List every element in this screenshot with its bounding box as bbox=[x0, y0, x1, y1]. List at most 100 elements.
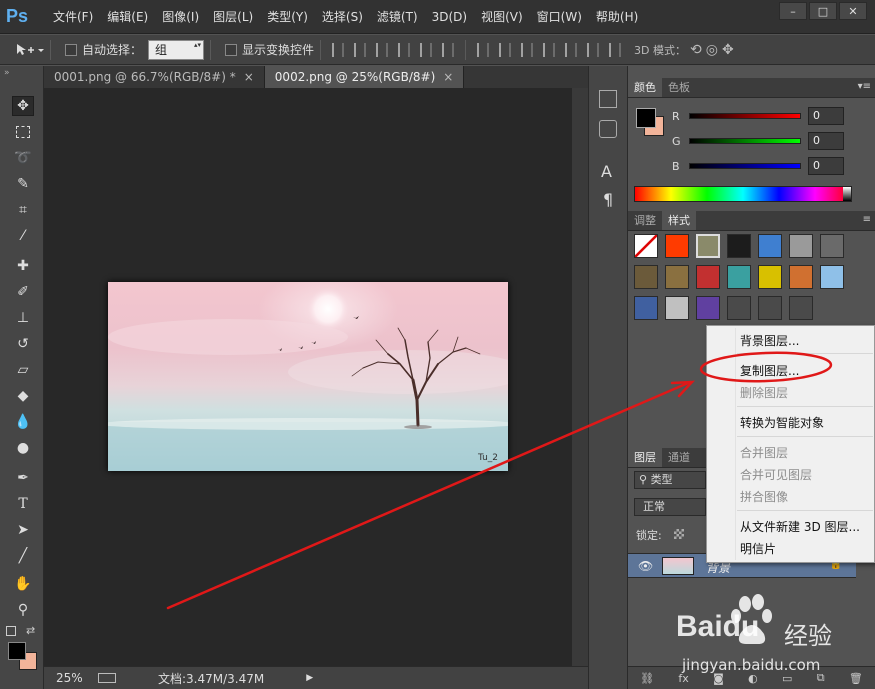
lasso-tool-icon[interactable]: ➰ bbox=[12, 148, 34, 168]
new-layer-icon[interactable]: ⧉ bbox=[817, 671, 825, 685]
crop-tool-icon[interactable]: ⌗ bbox=[12, 200, 34, 220]
layer-style-icon[interactable]: fx bbox=[678, 672, 688, 685]
style-swatch[interactable] bbox=[820, 234, 844, 258]
style-swatch[interactable] bbox=[634, 265, 658, 289]
panel-menu-icon[interactable]: ▾≡ bbox=[858, 81, 871, 92]
style-swatch[interactable] bbox=[634, 234, 658, 258]
adjustment-layer-icon[interactable]: ◐ bbox=[748, 672, 758, 685]
tab-0002[interactable]: 0002.png @ 25%(RGB/8#) × bbox=[264, 66, 465, 88]
style-swatch[interactable] bbox=[820, 265, 844, 289]
history-brush-tool-icon[interactable]: ↺ bbox=[12, 334, 34, 354]
hand-tool-icon[interactable]: ✋ bbox=[12, 574, 34, 594]
style-swatch[interactable] bbox=[727, 265, 751, 289]
menu-select[interactable]: 选择(S) bbox=[315, 0, 370, 34]
menu-item-new-3d-layer[interactable]: 从文件新建 3D 图层... bbox=[740, 518, 860, 535]
black-white-ramp[interactable] bbox=[843, 187, 851, 201]
align-left-icon[interactable] bbox=[398, 42, 411, 57]
show-transform-checkbox[interactable] bbox=[225, 43, 238, 56]
auto-select-checkbox[interactable] bbox=[65, 43, 77, 56]
blue-value-input[interactable]: 0 bbox=[808, 157, 844, 175]
eye-icon[interactable]: 👁 bbox=[638, 559, 653, 573]
style-swatch[interactable] bbox=[696, 296, 720, 320]
orbit-3d-icon[interactable]: ⟲ bbox=[690, 42, 702, 58]
menu-item-background-layer[interactable]: 背景图层... bbox=[740, 332, 799, 349]
minimize-button[interactable]: – bbox=[779, 2, 807, 20]
style-swatch[interactable] bbox=[665, 234, 689, 258]
zoom-tool-icon[interactable]: ⚲ bbox=[12, 600, 34, 620]
style-swatch[interactable] bbox=[789, 296, 813, 320]
align-bottom-icon[interactable] bbox=[376, 42, 389, 57]
style-swatch[interactable] bbox=[758, 265, 782, 289]
blue-slider[interactable] bbox=[689, 163, 801, 169]
menu-file[interactable]: 文件(F) bbox=[46, 0, 100, 34]
eraser-tool-icon[interactable]: ▱ bbox=[12, 360, 34, 380]
color-foreground-swatch[interactable] bbox=[636, 108, 656, 128]
collapse-panel-icon[interactable]: » bbox=[4, 68, 10, 78]
style-swatch[interactable] bbox=[665, 265, 689, 289]
show-transform-option[interactable]: 显示变换控件 bbox=[225, 41, 314, 58]
menu-view[interactable]: 视图(V) bbox=[474, 0, 530, 34]
tab-adjustments[interactable]: 调整 bbox=[628, 211, 662, 230]
properties-panel-icon[interactable] bbox=[599, 120, 617, 138]
marquee-tool-icon[interactable] bbox=[12, 122, 34, 142]
distribute-top-icon[interactable] bbox=[477, 42, 490, 57]
layer-mask-icon[interactable]: ◙ bbox=[713, 672, 724, 685]
tab-color[interactable]: 颜色 bbox=[628, 78, 662, 97]
tab-0001[interactable]: 0001.png @ 66.7%(RGB/8#) * × bbox=[44, 66, 265, 88]
red-value-input[interactable]: 0 bbox=[808, 107, 844, 125]
auto-align-icon[interactable] bbox=[609, 42, 622, 57]
trash-icon[interactable]: 🗑 bbox=[849, 672, 863, 685]
auto-select-option[interactable]: 自动选择： 组 bbox=[65, 39, 205, 60]
path-select-tool-icon[interactable]: ➤ bbox=[12, 520, 34, 540]
style-swatch[interactable] bbox=[727, 296, 751, 320]
pan-3d-icon[interactable]: ✥ bbox=[722, 42, 734, 58]
distribute-bottom-icon[interactable] bbox=[521, 42, 534, 57]
distribute-vcenter-icon[interactable] bbox=[499, 42, 512, 57]
roll-3d-icon[interactable]: ◎ bbox=[706, 42, 718, 58]
move-tool-icon[interactable]: ✥ bbox=[12, 96, 34, 116]
close-tab-icon[interactable]: × bbox=[244, 70, 254, 84]
distribute-hcenter-icon[interactable] bbox=[565, 42, 578, 57]
align-right-icon[interactable] bbox=[442, 42, 455, 57]
tab-swatches[interactable]: 色板 bbox=[662, 78, 696, 97]
paragraph-panel-icon[interactable]: ¶ bbox=[603, 190, 613, 209]
menu-filter[interactable]: 滤镜(T) bbox=[370, 0, 425, 34]
paint-bucket-tool-icon[interactable]: ◆ bbox=[12, 386, 34, 406]
brush-tool-icon[interactable]: ✐ bbox=[12, 282, 34, 302]
red-slider[interactable] bbox=[689, 113, 801, 119]
align-top-icon[interactable] bbox=[332, 42, 345, 57]
healing-tool-icon[interactable]: ✚ bbox=[12, 256, 34, 276]
menu-layer[interactable]: 图层(L) bbox=[206, 0, 260, 34]
history-panel-icon[interactable] bbox=[599, 90, 617, 108]
panel-menu-icon[interactable]: ≡ bbox=[863, 214, 871, 225]
character-panel-icon[interactable]: A bbox=[601, 162, 612, 181]
move-tool-preset-icon[interactable] bbox=[14, 42, 44, 58]
style-swatch[interactable] bbox=[665, 296, 689, 320]
close-button[interactable]: ✕ bbox=[839, 2, 867, 20]
menu-item-delete-layer[interactable]: 删除图层 bbox=[740, 384, 788, 401]
align-hcenter-icon[interactable] bbox=[420, 42, 433, 57]
status-menu-arrow-icon[interactable]: ▶ bbox=[306, 673, 313, 683]
align-vcenter-icon[interactable] bbox=[354, 42, 367, 57]
default-colors-icon[interactable] bbox=[6, 626, 16, 636]
style-swatch[interactable] bbox=[758, 296, 782, 320]
menu-item-convert-smart-object[interactable]: 转换为智能对象 bbox=[740, 414, 824, 431]
menu-item-duplicate-layer[interactable]: 复制图层... bbox=[740, 362, 799, 379]
tab-styles[interactable]: 样式 bbox=[662, 211, 696, 230]
color-spectrum-bar[interactable] bbox=[634, 186, 852, 202]
maximize-button[interactable]: □ bbox=[809, 2, 837, 20]
doc-info[interactable]: 文档:3.47M/3.47M bbox=[158, 670, 264, 687]
menu-edit[interactable]: 编辑(E) bbox=[100, 0, 155, 34]
lock-transparency-icon[interactable] bbox=[674, 529, 684, 539]
menu-3d[interactable]: 3D(D) bbox=[425, 0, 474, 34]
menu-help[interactable]: 帮助(H) bbox=[589, 0, 645, 34]
dodge-tool-icon[interactable]: ● bbox=[12, 438, 34, 458]
layer-filter-dropdown[interactable]: ⚲ 类型 bbox=[634, 471, 706, 489]
menu-window[interactable]: 窗口(W) bbox=[530, 0, 589, 34]
style-swatch[interactable] bbox=[634, 296, 658, 320]
blur-tool-icon[interactable]: 💧 bbox=[12, 412, 34, 432]
zoom-level[interactable]: 25% bbox=[56, 671, 96, 685]
style-swatch[interactable] bbox=[696, 265, 720, 289]
pen-tool-icon[interactable]: ✒ bbox=[12, 468, 34, 488]
tab-channels[interactable]: 通道 bbox=[662, 448, 696, 467]
